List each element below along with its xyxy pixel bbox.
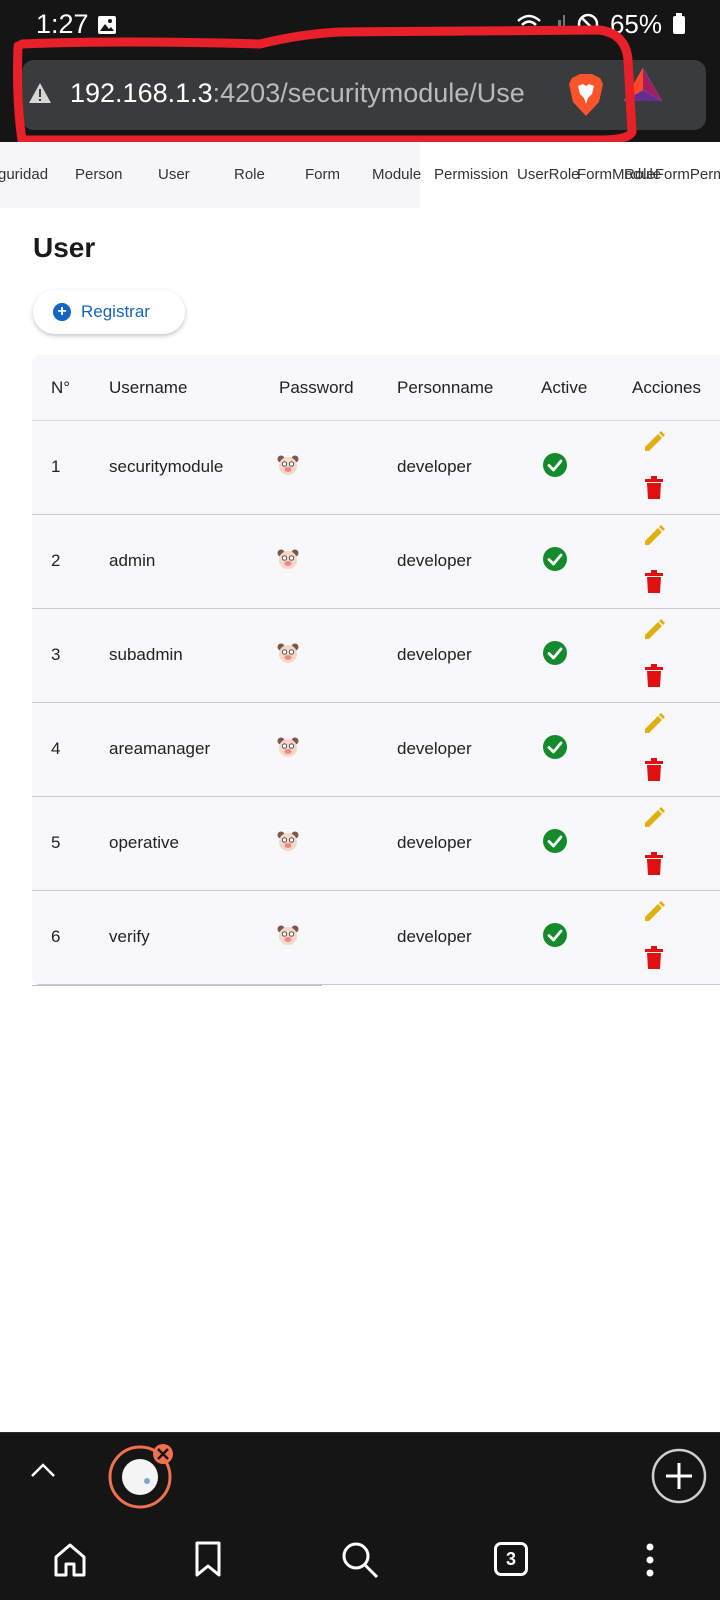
cell-username: verify [109, 927, 150, 946]
column-header-password: Password [279, 378, 354, 397]
menu-item-userrole[interactable]: UserRole [517, 166, 580, 183]
status-bar: 1:27 65% [0, 0, 720, 50]
password-mask-icon [277, 737, 299, 757]
module-menu-bar: guridad Person User Role Form Module Per… [0, 142, 720, 208]
brave-shields-icon[interactable] [566, 72, 606, 118]
table-row: 4 areamanager developer [32, 702, 720, 797]
active-check-icon [543, 453, 567, 477]
cell-number: 4 [51, 739, 61, 758]
password-mask-icon [277, 831, 299, 851]
edit-pencil-icon[interactable] [642, 806, 666, 830]
brave-rewards-icon[interactable] [622, 66, 664, 104]
cell-personname: developer [397, 645, 472, 664]
gallery-notification-icon [98, 16, 116, 34]
cell-username: securitymodule [109, 457, 224, 476]
tabs-count-button[interactable]: 3 [494, 1542, 528, 1576]
edit-pencil-icon[interactable] [642, 430, 666, 454]
edit-pencil-icon[interactable] [642, 524, 666, 548]
menu-item-user[interactable]: User [158, 166, 190, 183]
active-check-icon [543, 923, 567, 947]
bookmark-icon[interactable] [194, 1540, 222, 1578]
edit-pencil-icon[interactable] [642, 618, 666, 642]
menu-item-module[interactable]: Module [372, 166, 421, 183]
password-mask-icon [277, 925, 299, 945]
register-button-label: Registrar [81, 302, 150, 321]
cell-username: areamanager [109, 739, 211, 758]
cell-username: operative [109, 833, 179, 852]
more-menu-icon[interactable] [642, 1542, 658, 1578]
cell-personname: developer [397, 457, 472, 476]
wifi-icon [517, 14, 541, 30]
column-header-username: Username [109, 378, 188, 397]
cell-number: 2 [51, 551, 61, 570]
delete-trash-icon[interactable] [644, 476, 664, 500]
cell-personname: developer [397, 927, 472, 946]
tabs-count: 3 [505, 1548, 516, 1569]
cell-number: 5 [51, 833, 61, 852]
battery-percent: 65% [609, 8, 662, 39]
playlist-bubble-icon [108, 1444, 173, 1509]
delete-trash-icon[interactable] [644, 664, 664, 688]
home-icon[interactable] [52, 1542, 88, 1578]
password-mask-icon [277, 455, 299, 475]
menu-item-permission[interactable]: Permission [434, 166, 508, 183]
cell-number: 6 [51, 927, 61, 946]
column-header-number: N° [51, 378, 71, 397]
browser-bottom-bar: 3 [0, 1432, 720, 1600]
url-path: :4203/securitymodule/Use [212, 78, 525, 108]
delete-trash-icon[interactable] [644, 946, 664, 970]
active-check-icon [543, 735, 567, 759]
table-row: 3 subadmin developer [32, 608, 720, 703]
active-check-icon [543, 641, 567, 665]
url-host: 192.168.1.3 [70, 78, 213, 108]
add-circle-icon: + [53, 303, 71, 321]
battery-icon [673, 13, 685, 34]
menu-item-seguridad[interactable]: guridad [0, 166, 48, 183]
status-time: 1:27 [36, 9, 89, 39]
delete-trash-icon[interactable] [644, 852, 664, 876]
cell-number: 3 [51, 645, 61, 664]
cell-personname: developer [397, 551, 472, 570]
cell-username: admin [109, 551, 156, 570]
not-secure-warning-icon[interactable] [28, 82, 52, 104]
table-header-row: N° Username Password Personname Active A… [32, 355, 720, 421]
active-check-icon [543, 547, 567, 571]
register-button[interactable]: + Registrar [33, 290, 185, 334]
new-tab-plus-icon[interactable] [651, 1448, 707, 1504]
playlist-bubble[interactable] [107, 1444, 173, 1510]
table-row: 2 admin developer [32, 514, 720, 609]
table-row: 6 verify developer [32, 890, 720, 985]
edit-pencil-icon[interactable] [642, 900, 666, 924]
table-row: 5 operative developer [32, 796, 720, 891]
menu-item-roleformpermission[interactable]: RoleFormPerm [624, 166, 720, 183]
password-mask-icon [277, 549, 299, 569]
active-check-icon [543, 829, 567, 853]
table-row: 1 securitymodule developer [32, 420, 720, 515]
search-icon[interactable] [340, 1540, 380, 1580]
column-header-personname: Personname [397, 378, 494, 397]
users-table: N° Username Password Personname Active A… [32, 355, 720, 985]
menu-item-form[interactable]: Form [305, 166, 340, 183]
page-title: User [33, 232, 96, 263]
address-bar[interactable]: 192.168.1.3:4203/securitymodule/Use [22, 60, 706, 130]
menu-item-person[interactable]: Person [75, 166, 123, 183]
cell-number: 1 [51, 457, 61, 476]
menu-item-role[interactable]: Role [234, 166, 265, 183]
delete-trash-icon[interactable] [644, 570, 664, 594]
browser-toolbar: 192.168.1.3:4203/securitymodule/Use [0, 50, 720, 142]
do-not-disturb-icon [577, 13, 599, 35]
cell-personname: developer [397, 739, 472, 758]
column-header-actions: Acciones [632, 378, 701, 397]
edit-pencil-icon[interactable] [642, 712, 666, 736]
delete-trash-icon[interactable] [644, 758, 664, 782]
signal-icon [552, 15, 565, 33]
cell-username: subadmin [109, 645, 183, 664]
cell-personname: developer [397, 833, 472, 852]
url-text[interactable]: 192.168.1.3:4203/securitymodule/Use [70, 78, 570, 114]
column-header-active: Active [541, 378, 588, 397]
chevron-up-icon[interactable] [29, 1460, 57, 1480]
password-mask-icon [277, 643, 299, 663]
